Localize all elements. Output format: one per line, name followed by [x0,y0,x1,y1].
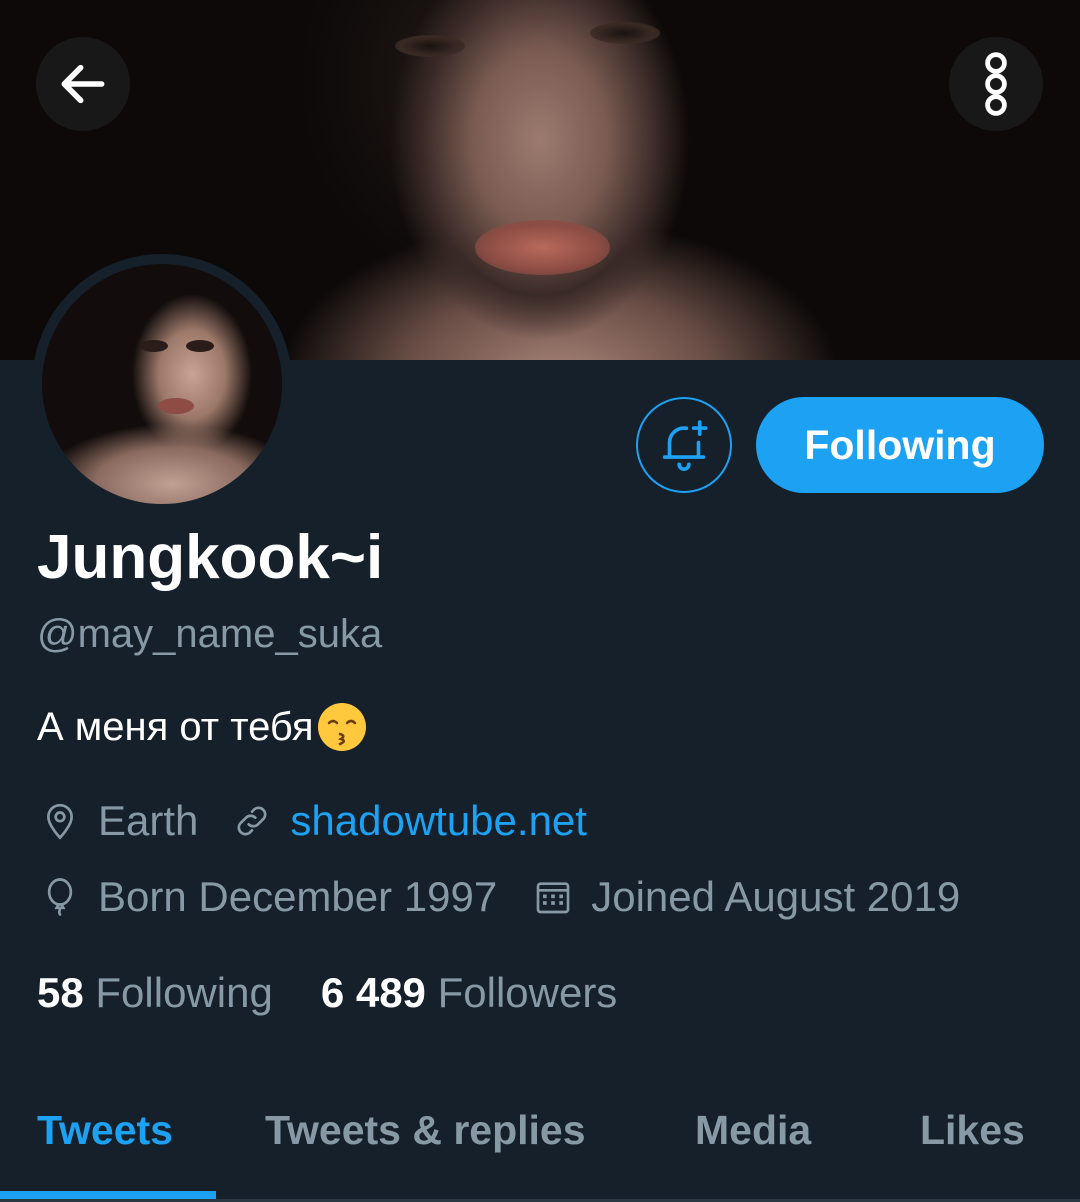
avatar[interactable] [32,254,292,514]
back-button[interactable] [36,37,130,131]
bio: А меня от тебя [37,701,368,753]
joined-date: Joined August 2019 [533,872,960,922]
user-handle: @may_name_suka [37,612,383,656]
tab-media[interactable]: Media [695,1105,811,1155]
following-button-label: Following [804,421,996,468]
follow-stats: 58 Following 6 489 Followers [37,968,617,1018]
tab-likes[interactable]: Likes [920,1105,1025,1155]
location-text: Earth [98,797,199,844]
balloon-icon [47,878,73,916]
birthday-text: Born December 1997 [98,873,498,920]
bio-text: А меня от тебя [37,705,314,749]
following-button[interactable]: Following [756,397,1044,493]
tab-tweets[interactable]: Tweets [37,1105,173,1155]
followers-stat-label: Followers [437,969,618,1016]
display-name: Jungkook~i [37,523,384,592]
vertical-dots-icon [985,52,1007,116]
website[interactable]: shadowtube.net [232,796,587,846]
notifications-button[interactable] [636,397,732,493]
calendar-icon [536,882,570,914]
kissing-face-emoji [317,703,366,751]
profile-meta-row: Earth shadowtube.net [40,796,587,846]
location-pin-icon [46,803,74,840]
location: Earth [40,796,198,846]
link-icon [237,806,267,836]
birthday: Born December 1997 [40,872,497,922]
followers-stat[interactable]: 6 489 Followers [321,968,618,1018]
active-tab-indicator [0,1191,216,1199]
profile-dates-row: Born December 1997 Joined August 2019 [40,872,960,922]
banner-photo-detail [590,22,660,44]
profile-tabs: Tweets Tweets & replies Media Likes [0,1085,1080,1202]
following-count: 58 [37,969,84,1016]
banner-photo-detail [395,35,465,57]
followers-count: 6 489 [320,969,426,1016]
more-options-button[interactable] [949,37,1043,131]
website-link[interactable]: shadowtube.net [290,796,587,846]
bell-plus-icon [662,420,708,471]
joined-text: Joined August 2019 [591,873,961,920]
avatar-photo [42,264,282,504]
following-stat-label: Following [95,969,273,1016]
tab-tweets-and-replies[interactable]: Tweets & replies [265,1105,586,1155]
banner-photo-detail [475,220,610,275]
following-stat[interactable]: 58 Following [37,968,273,1018]
arrow-left-icon [61,64,105,104]
